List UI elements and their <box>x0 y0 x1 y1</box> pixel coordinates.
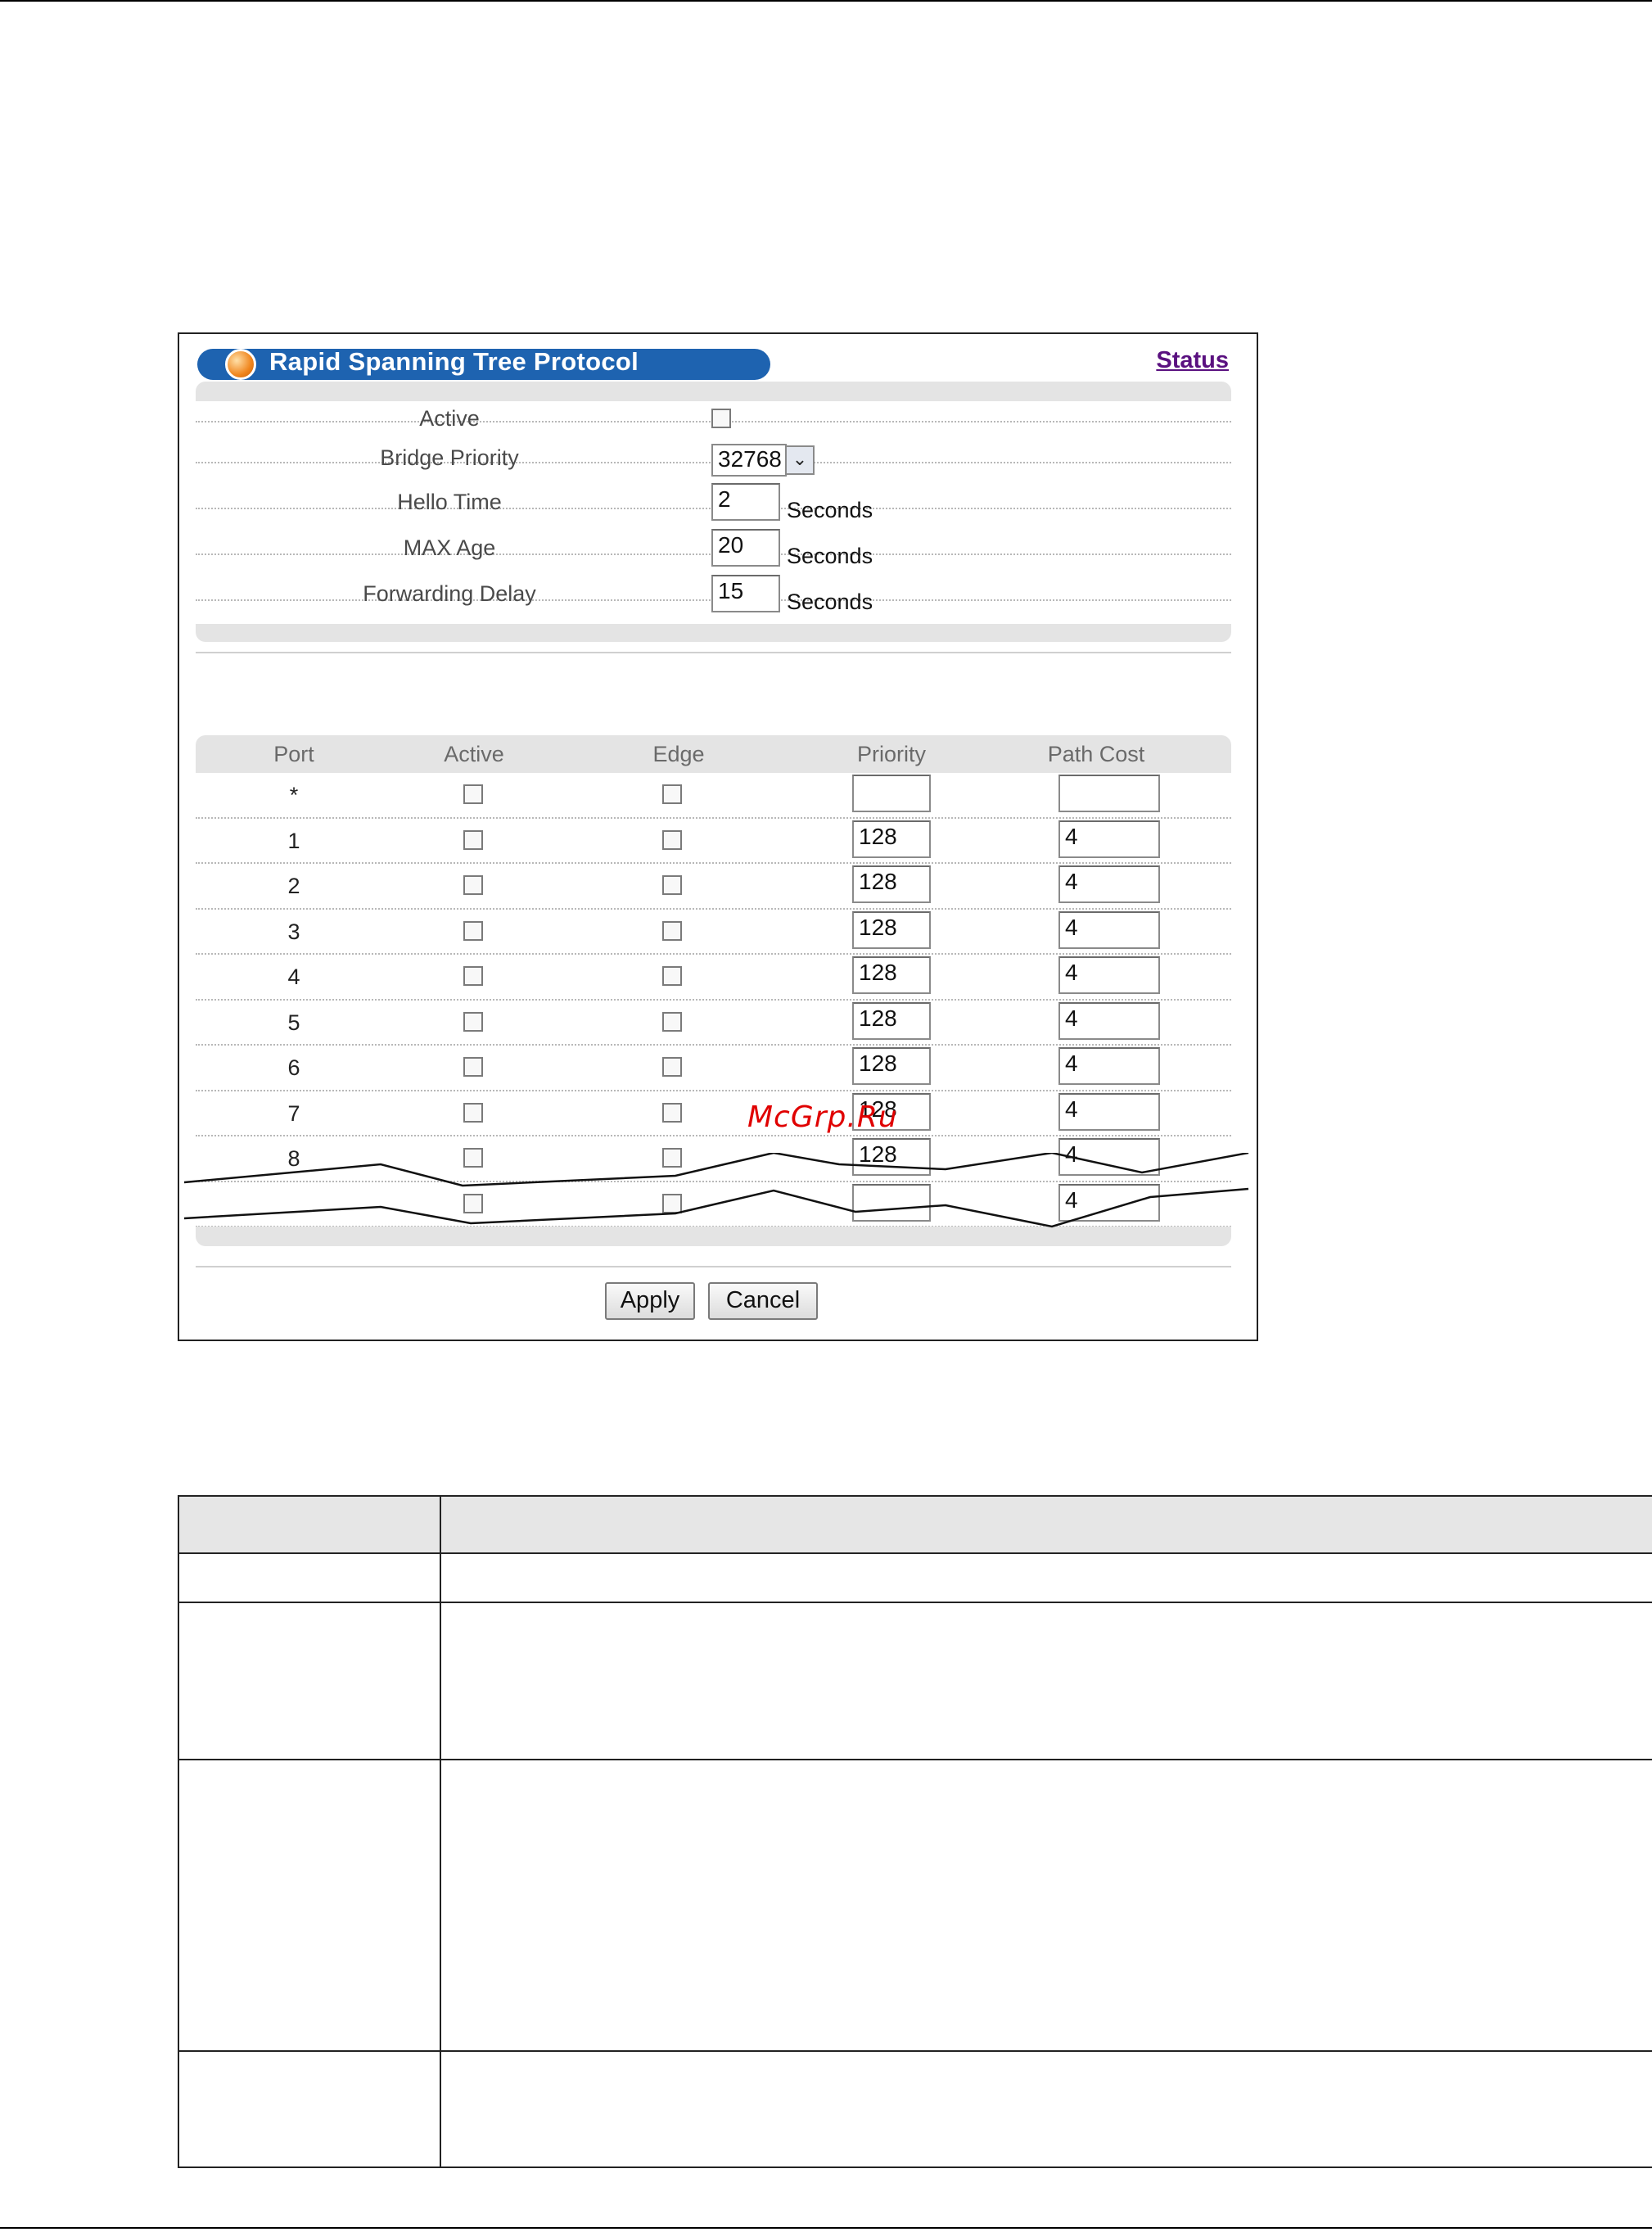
port-active-checkbox[interactable] <box>463 920 483 941</box>
status-link[interactable]: Status <box>1156 347 1229 374</box>
port-active-checkbox[interactable] <box>463 966 483 986</box>
port-edge-checkbox[interactable] <box>662 1011 682 1032</box>
port-edge-checkbox[interactable] <box>662 1102 682 1123</box>
port-priority-input[interactable]: 128 <box>852 956 931 994</box>
forwarding-delay-label: Forwarding Delay <box>363 581 536 606</box>
port-number: 1 <box>287 828 300 853</box>
port-path-cost-input[interactable]: 4 <box>1058 1047 1160 1085</box>
button-divider <box>196 1266 1231 1267</box>
port-path-cost-input[interactable] <box>1058 775 1160 812</box>
table-break-lines <box>184 1153 1249 1228</box>
forwarding-delay-unit: Seconds <box>787 590 873 614</box>
watermark: McGrp.Ru <box>747 1100 898 1134</box>
port-priority-input[interactable]: 128 <box>852 910 931 949</box>
port-edge-checkbox[interactable] <box>662 829 682 850</box>
port-edge-checkbox[interactable] <box>662 875 682 895</box>
port-number: 7 <box>287 1100 300 1126</box>
col-header-edge: Edge <box>652 742 705 766</box>
forwarding-delay-input[interactable]: 15 <box>711 575 780 612</box>
description-table <box>178 1495 1652 2168</box>
port-number: * <box>289 783 299 807</box>
port-path-cost-input[interactable]: 4 <box>1058 1092 1160 1131</box>
col-header-priority: Priority <box>856 742 926 766</box>
port-edge-checkbox[interactable] <box>662 966 682 986</box>
page-top-rule <box>0 0 1652 2</box>
col-header-active: Active <box>444 742 504 766</box>
port-number: 6 <box>287 1055 300 1080</box>
port-priority-input[interactable]: 128 <box>852 820 931 858</box>
port-priority-input[interactable]: 128 <box>852 1047 931 1085</box>
port-priority-input[interactable]: 128 <box>852 1001 931 1040</box>
port-active-checkbox[interactable] <box>463 875 483 895</box>
page-bottom-rule <box>0 2227 1652 2229</box>
col-header-path-cost: Path Cost <box>1047 742 1145 766</box>
port-number: 3 <box>287 919 300 944</box>
port-edge-checkbox[interactable] <box>662 920 682 941</box>
port-path-cost-input[interactable]: 4 <box>1058 820 1160 858</box>
port-number: 4 <box>287 965 300 989</box>
general-settings-panel: Active Bridge Priority 32768 ⌄ Hello Tim… <box>196 382 1231 642</box>
port-path-cost-input[interactable]: 4 <box>1058 910 1160 949</box>
port-path-cost-input[interactable]: 4 <box>1058 1001 1160 1040</box>
description-table-header <box>178 1495 1652 1552</box>
port-active-checkbox[interactable] <box>463 1102 483 1123</box>
port-path-cost-input[interactable]: 4 <box>1058 956 1160 994</box>
port-number: 2 <box>287 874 300 898</box>
port-active-checkbox[interactable] <box>463 784 483 804</box>
port-path-cost-input[interactable]: 4 <box>1058 865 1160 903</box>
port-number: 5 <box>287 1010 300 1035</box>
port-edge-checkbox[interactable] <box>662 784 682 804</box>
port-edge-checkbox[interactable] <box>662 1057 682 1077</box>
port-active-checkbox[interactable] <box>463 829 483 850</box>
port-priority-input[interactable] <box>852 775 931 812</box>
page-title: Rapid Spanning Tree Protocol <box>269 347 639 376</box>
port-active-checkbox[interactable] <box>463 1011 483 1032</box>
port-priority-input[interactable]: 128 <box>852 865 931 903</box>
cancel-button[interactable]: Cancel <box>708 1282 818 1320</box>
section-divider <box>196 652 1231 653</box>
apply-button[interactable]: Apply <box>605 1282 695 1320</box>
rstp-screenshot: Rapid Spanning Tree Protocol Status Acti… <box>178 332 1258 1341</box>
col-header-port: Port <box>273 742 314 766</box>
orange-orb-icon <box>225 349 256 380</box>
port-active-checkbox[interactable] <box>463 1057 483 1077</box>
